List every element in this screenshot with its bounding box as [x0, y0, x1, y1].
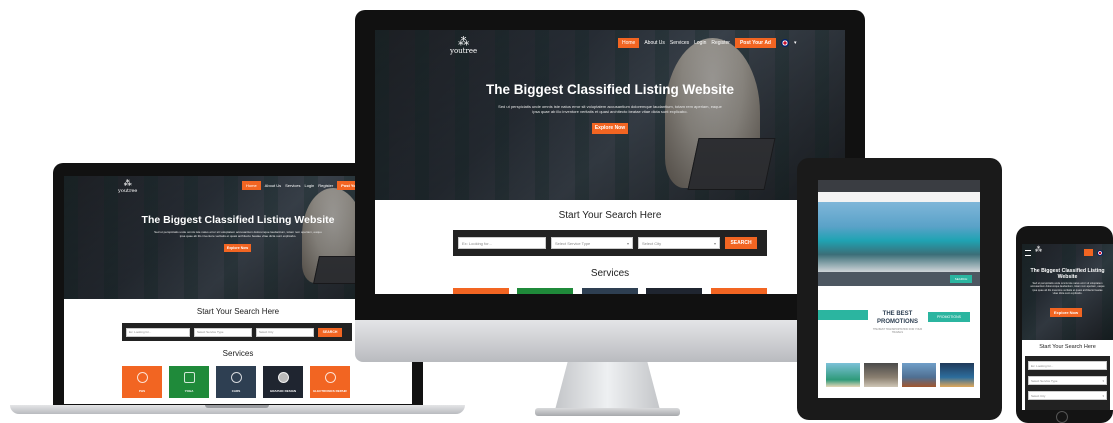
- tablet-promotions-button[interactable]: PROMOTIONS: [928, 312, 970, 322]
- imac-hero-subtitle: Sed ut perspiciatis unde omnis iste natu…: [498, 104, 722, 114]
- imac-nav-post-ad[interactable]: Post Your Ad: [734, 38, 776, 48]
- phone-post-ad-button[interactable]: [1084, 249, 1093, 256]
- tablet-resort-photo: [818, 202, 980, 272]
- chevron-down-icon: ▾: [626, 240, 629, 246]
- phone-uk-flag-icon[interactable]: [1097, 250, 1103, 256]
- menu-icon[interactable]: [1025, 250, 1031, 256]
- phone-logo[interactable]: ⁂: [1035, 247, 1042, 254]
- phone-keyword-input[interactable]: Ex: Looking for...: [1028, 361, 1107, 370]
- phone-screen: ⁂ The Biggest Classified Listing Website…: [1022, 244, 1113, 410]
- laptop-nav-login[interactable]: Login: [304, 183, 314, 188]
- phone-home-button: [1056, 411, 1068, 423]
- imac-chin: [355, 320, 865, 362]
- repair-icon: [324, 372, 336, 383]
- phone-search-heading: Start Your Search Here: [1039, 344, 1096, 350]
- imac-service-select[interactable]: Select Service Type ▾: [551, 237, 633, 249]
- phone-hero-title: The Biggest Classified Listing Website: [1030, 268, 1105, 280]
- laptop-logo[interactable]: ⁂ youtree: [118, 180, 137, 195]
- tablet-promo-title: THE BEST PROMOTIONS: [876, 311, 918, 325]
- laptop-nav-services[interactable]: Services: [285, 183, 300, 188]
- car-icon: [230, 372, 242, 383]
- imac-nav-home[interactable]: Home: [618, 38, 640, 48]
- home-icon: [136, 372, 148, 383]
- imac-stand-foot: [535, 408, 680, 416]
- imac-nav-services[interactable]: Services: [670, 40, 689, 46]
- imac-uk-flag-icon[interactable]: [781, 39, 789, 47]
- phone-hero: ⁂ The Biggest Classified Listing Website…: [1022, 244, 1113, 340]
- imac-hero: ⁂ youtree Home About Us Services Login R…: [375, 30, 845, 200]
- imac-city-select[interactable]: Select City ▾: [638, 237, 720, 249]
- laptop-hero-subtitle: Sed ut perspiciatis unde omnis iste natu…: [154, 230, 322, 238]
- imac-explore-button[interactable]: Explore Now: [592, 123, 628, 134]
- imac-service-phs[interactable]: [453, 288, 509, 294]
- laptop-service-phs[interactable]: PHS: [122, 366, 162, 398]
- tablet-promo-subtitle: THE BEST TRANSPORTATION FOR YOUR TRAVELS: [872, 328, 923, 334]
- phone-service-select[interactable]: Select Service Type ▾: [1028, 376, 1107, 385]
- yoga-icon: [183, 372, 195, 383]
- phone-hero-subtitle: Sed ut perspiciatis unde omnis iste natu…: [1030, 282, 1105, 296]
- imac-keyword-input[interactable]: Ex: Looking for...: [458, 237, 546, 249]
- tablet-thumb-3[interactable]: [902, 363, 936, 387]
- imac-search-bar: Ex: Looking for... Select Service Type ▾ …: [453, 230, 767, 256]
- imac-services-heading: Services: [590, 268, 630, 279]
- imac-logo[interactable]: ⁂ youtree: [450, 36, 477, 55]
- imac-service-yoga[interactable]: [517, 288, 573, 294]
- tablet-top-strip: [818, 192, 980, 202]
- imac-nav: Home About Us Services Login Register Po…: [618, 38, 797, 48]
- tablet-thumb-4[interactable]: [940, 363, 974, 387]
- imac-service-graphic-design[interactable]: [646, 288, 702, 294]
- laptop-base-notch: [205, 405, 269, 408]
- laptop-city-select[interactable]: Select City: [256, 327, 314, 337]
- imac-service-electronics-repair[interactable]: [711, 288, 767, 294]
- laptop-nav-about[interactable]: About Us: [265, 183, 281, 188]
- chevron-down-icon: ▾: [1102, 393, 1104, 398]
- imac-stand: [555, 362, 660, 410]
- laptop-service-yoga[interactable]: YOGA: [169, 366, 209, 398]
- imac-screen: ⁂ youtree Home About Us Services Login R…: [375, 30, 845, 294]
- laptop-service-cars[interactable]: CARS: [216, 366, 256, 398]
- chevron-down-icon: ▾: [1102, 378, 1104, 383]
- imac-hero-title: The Biggest Classified Listing Website: [485, 82, 735, 97]
- laptop-nav-register[interactable]: Register: [318, 183, 333, 188]
- phone-city-select[interactable]: Select City ▾: [1028, 391, 1107, 400]
- chevron-down-icon: ▾: [713, 240, 716, 246]
- laptop-service-electronics-repair[interactable]: ELECTRONICS REPAIR: [310, 366, 350, 398]
- imac-service-cars[interactable]: [582, 288, 638, 294]
- tablet-thumb-1[interactable]: [826, 363, 860, 387]
- imac-nav-about[interactable]: About Us: [644, 40, 665, 46]
- laptop-nav-home[interactable]: Home: [242, 181, 261, 190]
- laptop-service-select[interactable]: Select Service Type: [194, 327, 252, 337]
- imac-nav-register[interactable]: Register: [711, 40, 730, 46]
- laptop-search-bar: Ex: Looking for... Select Service Type S…: [122, 323, 352, 341]
- laptop-explore-button[interactable]: Explore Now: [224, 244, 251, 252]
- tablet-left-teal-tab[interactable]: [818, 310, 868, 320]
- laptop-service-graphic-design[interactable]: GRAPHIC DESIGN: [263, 366, 303, 398]
- imac-language-caret-icon[interactable]: ▾: [794, 40, 797, 46]
- tablet-thumb-2[interactable]: [864, 363, 898, 387]
- imac-search-heading: Start Your Search Here: [558, 210, 662, 221]
- laptop-keyword-input[interactable]: Ex: Looking for...: [126, 327, 190, 337]
- imac-nav-login[interactable]: Login: [694, 40, 706, 46]
- tablet-search-button[interactable]: SEARCH: [950, 275, 972, 283]
- tablet-screen: SEARCH THE BEST PROMOTIONS THE BEST TRAN…: [818, 180, 980, 398]
- laptop-search-button[interactable]: SEARCH: [318, 327, 342, 337]
- tablet-browser-bar: [818, 180, 980, 192]
- design-icon: [277, 372, 289, 383]
- imac-search-button[interactable]: SEARCH: [725, 237, 757, 249]
- phone-explore-button[interactable]: Explore Now: [1050, 308, 1082, 317]
